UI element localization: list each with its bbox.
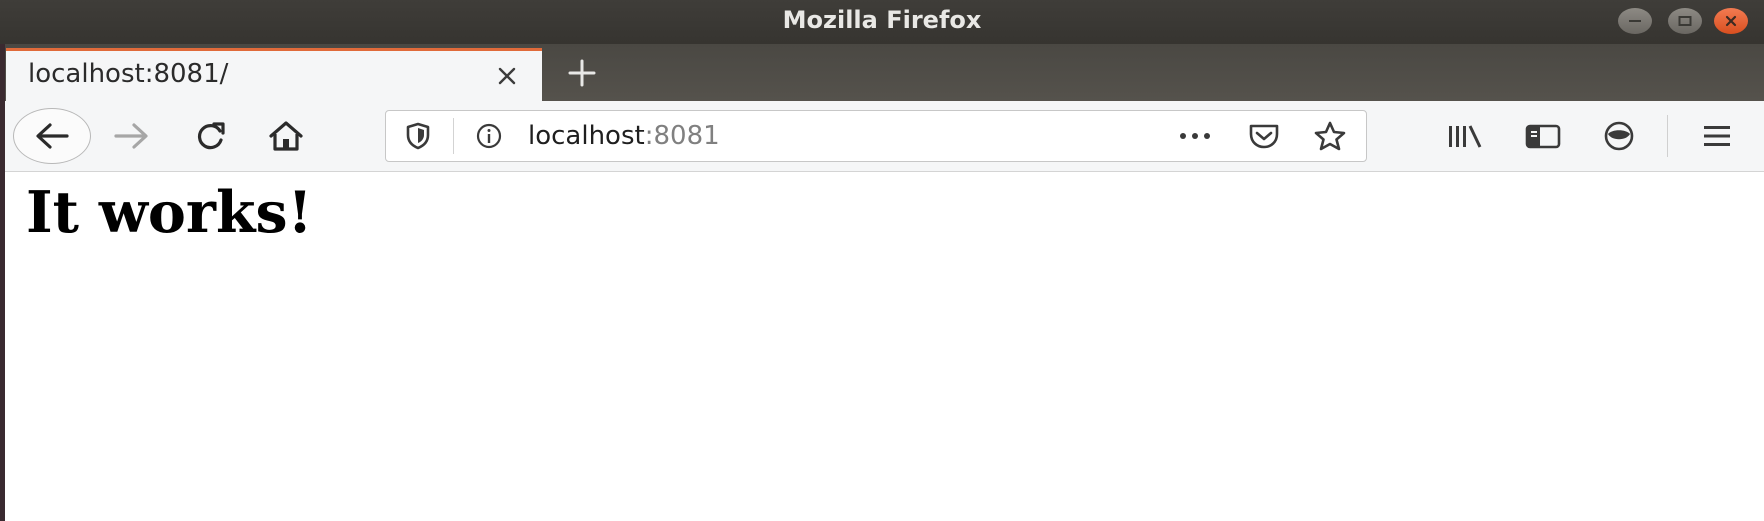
maximize-icon — [1678, 16, 1692, 26]
navigation-toolbar: localhost:8081 — [0, 101, 1764, 172]
tab-title: localhost:8081/ — [28, 59, 229, 89]
reload-button[interactable] — [186, 113, 234, 159]
account-icon — [1604, 121, 1634, 151]
minimize-button[interactable] — [1618, 8, 1652, 34]
page-actions-button[interactable] — [1174, 121, 1216, 151]
open-menu-button[interactable] — [1694, 115, 1740, 157]
back-arrow-icon — [36, 123, 69, 149]
maximize-button[interactable] — [1668, 8, 1702, 34]
url-text[interactable]: localhost:8081 — [528, 111, 720, 161]
bookmark-star-icon — [1314, 121, 1346, 151]
close-window-button[interactable] — [1714, 8, 1748, 34]
urlbar-separator — [453, 118, 454, 154]
hamburger-menu-icon — [1704, 126, 1730, 146]
reload-icon — [198, 122, 225, 150]
toolbar-separator — [1667, 115, 1668, 157]
tracking-shield-icon — [406, 122, 430, 150]
sidebar-button[interactable] — [1520, 115, 1566, 157]
minimize-icon — [1629, 20, 1641, 22]
tab-close-button[interactable] — [490, 63, 524, 89]
page-heading: It works! — [26, 179, 313, 246]
close-icon — [498, 67, 516, 85]
address-bar[interactable]: localhost:8081 — [385, 110, 1367, 162]
home-button[interactable] — [262, 113, 310, 159]
close-icon — [1725, 15, 1737, 27]
tracking-protection-button[interactable] — [402, 121, 434, 151]
tab-localhost[interactable]: localhost:8081/ — [6, 48, 542, 101]
window-title: Mozilla Firefox — [782, 6, 982, 34]
pocket-button[interactable] — [1244, 120, 1284, 152]
url-port: :8081 — [644, 121, 720, 151]
page-content: It works! — [5, 172, 1764, 521]
new-tab-button[interactable] — [562, 56, 602, 90]
info-icon — [476, 123, 502, 149]
library-icon — [1449, 125, 1482, 148]
pocket-icon — [1249, 124, 1279, 149]
url-host: localhost — [528, 121, 645, 151]
page-actions-icon — [1180, 133, 1210, 139]
plus-icon — [568, 59, 596, 87]
account-button[interactable] — [1596, 115, 1642, 157]
window-titlebar: Mozilla Firefox — [0, 0, 1764, 44]
forward-button[interactable] — [108, 113, 156, 159]
forward-arrow-icon — [114, 123, 148, 149]
home-icon — [269, 121, 303, 151]
library-button[interactable] — [1442, 115, 1488, 157]
sidebar-icon — [1525, 124, 1561, 149]
tab-strip: localhost:8081/ — [0, 44, 1764, 101]
back-button[interactable] — [13, 108, 91, 164]
site-info-button[interactable] — [472, 121, 506, 151]
bookmark-button[interactable] — [1310, 119, 1350, 153]
